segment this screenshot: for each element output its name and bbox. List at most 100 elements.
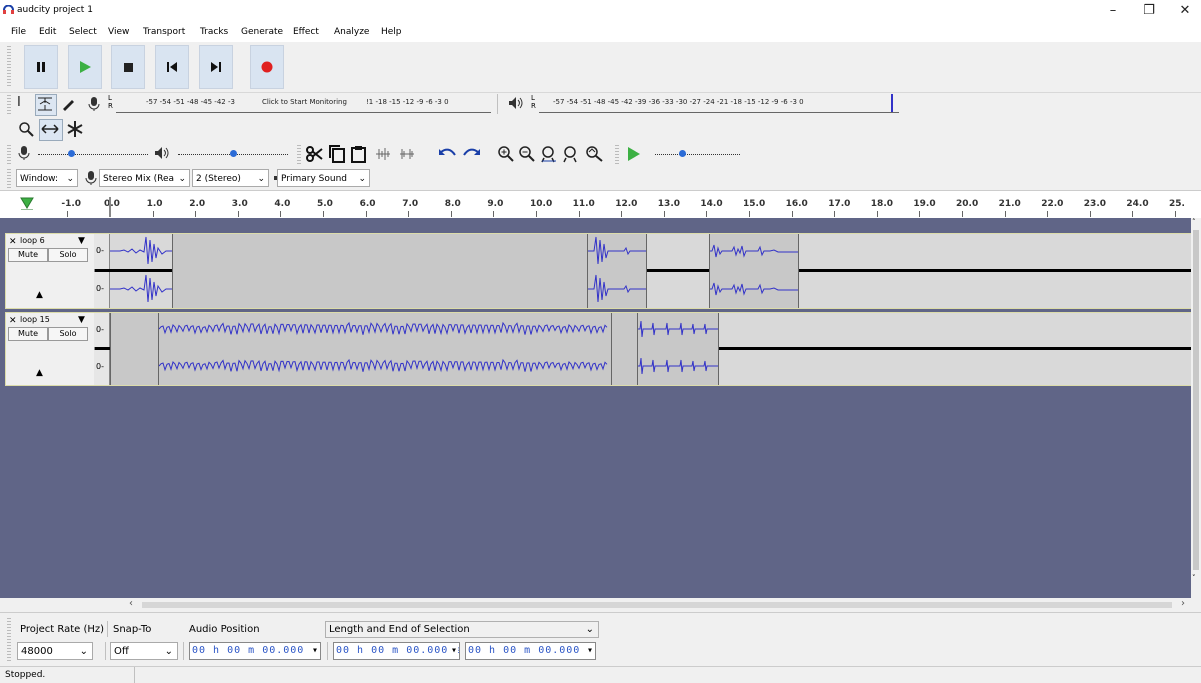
- menu-transport[interactable]: Transport: [143, 27, 185, 37]
- track-name[interactable]: loop 15: [20, 315, 50, 324]
- close-button[interactable]: ✕: [1172, 2, 1198, 20]
- cut-icon[interactable]: [305, 145, 323, 166]
- menu-view[interactable]: View: [108, 27, 129, 37]
- recording-channels-select[interactable]: 2 (Stereo) ⌄: [192, 169, 269, 187]
- solo-button[interactable]: Solo: [48, 327, 88, 341]
- selection-mode-select[interactable]: Length and End of Selection ⌄: [325, 621, 599, 638]
- vertical-scale[interactable]: 0-: [94, 313, 110, 347]
- maximize-button[interactable]: ❐: [1136, 2, 1162, 20]
- timeline-options-icon[interactable]: [20, 196, 34, 213]
- toolbar-grip[interactable]: [7, 95, 11, 115]
- record-button[interactable]: [250, 45, 284, 89]
- zoom-toggle-icon[interactable]: [584, 145, 604, 166]
- play-button[interactable]: [68, 45, 102, 89]
- audio-clip[interactable]: [611, 313, 639, 385]
- audio-clip[interactable]: [110, 234, 173, 308]
- audio-clip[interactable]: [709, 234, 799, 308]
- toolbar-grip[interactable]: [7, 618, 11, 662]
- horizontal-scrollbar[interactable]: ‹ ›: [120, 598, 1191, 612]
- envelope-tool-button[interactable]: [35, 94, 57, 116]
- toolbar-grip[interactable]: [7, 169, 11, 188]
- track-menu-chevron-icon[interactable]: ▼: [78, 236, 85, 246]
- menu-effect[interactable]: Effect: [293, 27, 319, 37]
- scroll-down-icon[interactable]: ˅: [1192, 574, 1196, 582]
- time-shift-tool-button[interactable]: [39, 119, 63, 141]
- stop-button[interactable]: [111, 45, 145, 89]
- skip-to-end-button[interactable]: [199, 45, 233, 89]
- trim-audio-icon[interactable]: [374, 146, 392, 165]
- silence-audio-icon[interactable]: [398, 146, 416, 165]
- toolbar-grip[interactable]: [615, 145, 619, 164]
- audio-clip[interactable]: [172, 234, 589, 308]
- timeline-ruler[interactable]: -1.0 0.0 1.0 2.0 3.0 4.0 5.0 6.0 7.0 8.0 9.0 10.0 11…: [0, 190, 1201, 219]
- vertical-scale[interactable]: 0-: [94, 234, 110, 269]
- scroll-up-icon[interactable]: ˄: [1192, 218, 1196, 226]
- fit-selection-icon[interactable]: [540, 145, 558, 166]
- fit-project-icon[interactable]: [562, 145, 580, 166]
- menu-analyze[interactable]: Analyze: [334, 27, 369, 37]
- pause-button[interactable]: [24, 45, 58, 89]
- audio-host-select[interactable]: Window: ⌄: [16, 169, 78, 187]
- menu-select[interactable]: Select: [69, 27, 97, 37]
- selection-end-field[interactable]: 00 h 00 m 00.000 s ▾: [465, 642, 596, 660]
- toolbar-grip[interactable]: [7, 46, 11, 88]
- selection-tool-icon[interactable]: I: [17, 95, 21, 110]
- menu-edit[interactable]: Edit: [39, 27, 56, 37]
- minimize-button[interactable]: –: [1100, 2, 1126, 20]
- zoom-out-icon[interactable]: [518, 145, 536, 166]
- multi-tool-icon[interactable]: [66, 120, 84, 141]
- slider-thumb[interactable]: [68, 150, 75, 157]
- track-name[interactable]: loop 6: [20, 236, 45, 245]
- project-rate-select[interactable]: 48000 ⌄: [17, 642, 93, 660]
- playback-meter-speaker-icon[interactable]: [508, 96, 524, 113]
- menu-tracks[interactable]: Tracks: [200, 27, 228, 37]
- snap-to-select[interactable]: Off ⌄: [110, 642, 178, 660]
- menu-file[interactable]: File: [11, 27, 26, 37]
- slider-thumb[interactable]: [679, 150, 686, 157]
- play-speed-slider[interactable]: [655, 150, 740, 157]
- scroll-right-icon[interactable]: ›: [1181, 598, 1185, 609]
- audio-clip[interactable]: [587, 234, 647, 308]
- record-meter-mic-icon[interactable]: [87, 96, 101, 115]
- vertical-scrollbar[interactable]: ˄ ˅: [1191, 218, 1201, 612]
- skip-to-start-button[interactable]: [155, 45, 189, 89]
- close-track-icon[interactable]: ✕: [9, 237, 17, 247]
- vertical-scale[interactable]: 0-: [94, 272, 110, 308]
- solo-button[interactable]: Solo: [48, 248, 88, 262]
- undo-icon[interactable]: [437, 146, 457, 165]
- paste-icon[interactable]: [350, 145, 368, 166]
- audio-track-loop-6[interactable]: ✕ loop 6 ▼ Mute Solo ▲ 0- 0-: [5, 233, 1193, 309]
- collapse-track-icon[interactable]: ▲: [36, 290, 43, 300]
- horizontal-scroll-thumb[interactable]: [142, 602, 1172, 608]
- redo-icon[interactable]: [462, 146, 482, 165]
- zoom-in-icon[interactable]: [497, 145, 515, 166]
- audio-track-loop-15[interactable]: ✕ loop 15 ▼ Mute Solo ▲ 0- 0-: [5, 312, 1193, 386]
- audio-clip[interactable]: [158, 313, 613, 385]
- toolbar-grip[interactable]: [297, 145, 301, 164]
- menu-generate[interactable]: Generate: [241, 27, 283, 37]
- mute-button[interactable]: Mute: [8, 248, 48, 262]
- toolbar-grip[interactable]: [7, 145, 11, 164]
- playback-meter[interactable]: -57 -54 -51 -48 -45 -42 -39 -36 -33 -30 …: [539, 94, 899, 113]
- collapse-track-icon[interactable]: ▲: [36, 368, 43, 378]
- copy-icon[interactable]: [328, 145, 346, 166]
- playback-device-select[interactable]: Primary Sound ⌄: [277, 169, 370, 187]
- draw-tool-icon[interactable]: [60, 96, 76, 115]
- recording-device-select[interactable]: Stereo Mix (Rea ⌄: [99, 169, 190, 187]
- slider-thumb[interactable]: [230, 150, 237, 157]
- scroll-left-icon[interactable]: ‹: [129, 598, 133, 609]
- play-at-speed-icon[interactable]: [626, 146, 642, 165]
- playback-volume-slider[interactable]: [178, 150, 288, 157]
- menu-help[interactable]: Help: [381, 27, 402, 37]
- audio-clip[interactable]: [637, 313, 719, 385]
- audio-clip[interactable]: [110, 313, 160, 385]
- track-area[interactable]: ✕ loop 6 ▼ Mute Solo ▲ 0- 0- ✕ loop 15 ▼…: [0, 218, 1193, 598]
- selection-start-field[interactable]: 00 h 00 m 00.000 s ▾: [333, 642, 460, 660]
- vertical-scroll-thumb[interactable]: [1193, 230, 1199, 570]
- zoom-tool-icon[interactable]: [18, 121, 34, 140]
- track-menu-chevron-icon[interactable]: ▼: [78, 315, 85, 325]
- mute-button[interactable]: Mute: [8, 327, 48, 341]
- close-track-icon[interactable]: ✕: [9, 316, 17, 326]
- audio-position-field[interactable]: 00 h 00 m 00.000 s ▾: [189, 642, 321, 660]
- record-meter[interactable]: -57 -54 -51 -48 -45 -42 -3 Click to Star…: [116, 94, 491, 113]
